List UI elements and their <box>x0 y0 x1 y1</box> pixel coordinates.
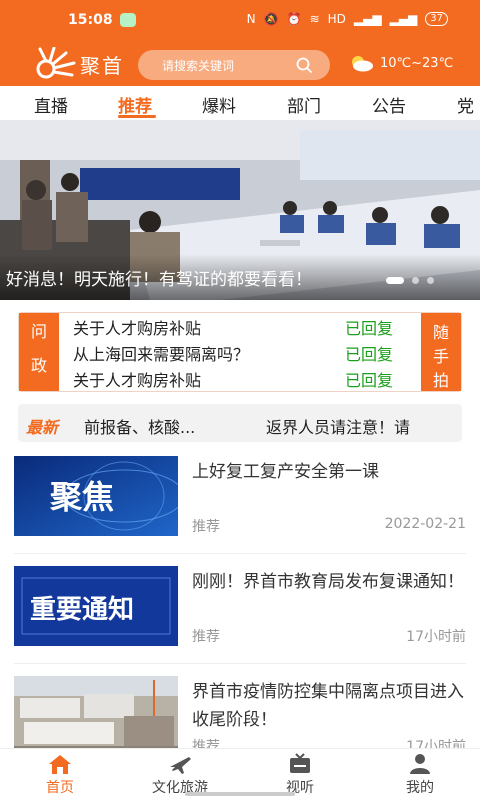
nav-home-label: 首页 <box>46 780 74 796</box>
question-item[interactable]: 关于人才购房补贴 <box>73 315 201 339</box>
news-title: 刚刚！界首市教育局发布复课通知！ <box>192 572 464 592</box>
alarm-icon: ⏰ <box>286 12 302 26</box>
replied-badge: 已回复 <box>345 371 394 390</box>
banner-carousel[interactable]: 好消息！明天施行！有驾证的都要看看！ <box>0 120 480 300</box>
app-header: 15:08 N 🔕 ⏰ ≋ HD ▂▄▆ ▂▄▆ 37 聚首 请搜索关键词 10… <box>0 0 480 86</box>
nav-mine[interactable]: 我的 <box>375 753 465 797</box>
news-item[interactable]: 重要通知 刚刚！界首市教育局发布复课通知！ 推荐 17小时前 <box>14 566 466 670</box>
news-thumbnail <box>14 676 178 756</box>
nav-mine-label: 我的 <box>406 780 434 796</box>
active-tab-indicator <box>118 115 156 118</box>
mute-icon: 🔕 <box>263 12 279 26</box>
question-item[interactable]: 关于人才购房补贴 <box>73 367 201 391</box>
search-icon <box>296 57 312 73</box>
replied-badge: 已回复 <box>345 319 394 338</box>
brand-name: 聚首 <box>80 54 124 78</box>
news-time: 17小时前 <box>406 629 466 645</box>
question-item[interactable]: 从上海回来需要隔离吗？ <box>73 341 249 365</box>
weather-widget[interactable]: 10℃~23℃ <box>348 54 453 72</box>
carousel-dot <box>412 277 419 284</box>
divider <box>14 663 466 664</box>
news-title: 界首市疫情防控集中隔离点项目进入收尾阶段！ <box>192 682 464 730</box>
tab-department[interactable]: 部门 <box>287 92 321 117</box>
banner-caption: 好消息！明天施行！有驾证的都要看看！ <box>6 270 312 290</box>
search-bar[interactable]: 请搜索关键词 <box>138 50 330 80</box>
latest-ticker[interactable]: 最新 前报备、核酸... 返界人员请注意！请 <box>18 404 462 442</box>
carousel-dots <box>386 277 434 284</box>
logo-icon <box>36 47 76 79</box>
nav-media[interactable]: 视听 <box>255 753 345 797</box>
plane-icon <box>170 757 191 774</box>
news-title: 上好复工复产安全第一课 <box>192 462 379 482</box>
snapshot-label-1: 随 <box>432 323 449 342</box>
wenzheng-label-1: 问 <box>30 322 47 341</box>
message-icon <box>120 13 136 27</box>
ticker-item[interactable]: 返界人员请注意！请 <box>266 414 410 438</box>
snapshot-label-3: 拍 <box>432 371 449 390</box>
app-screen: 15:08 N 🔕 ⏰ ≋ HD ▂▄▆ ▂▄▆ 37 聚首 请搜索关键词 10… <box>0 0 480 800</box>
signal-icon-2: ▂▄▆ <box>389 12 418 26</box>
search-placeholder: 请搜索关键词 <box>162 59 235 73</box>
weather-temp: 10℃~23℃ <box>380 55 454 71</box>
home-icon <box>49 755 71 774</box>
thumb-text: 重要通知 <box>30 595 134 625</box>
status-bar: 15:08 N 🔕 ⏰ ≋ HD ▂▄▆ ▂▄▆ 37 <box>0 0 480 42</box>
divider <box>14 553 466 554</box>
tab-notice[interactable]: 公告 <box>372 92 406 117</box>
wifi-icon: ≋ <box>309 12 320 26</box>
snapshot-button[interactable]: 随 手 拍 <box>421 313 461 391</box>
latest-tag: 最新 <box>26 418 59 437</box>
status-time: 15:08 <box>68 12 113 28</box>
news-item[interactable]: 聚焦 上好复工复产安全第一课 推荐 2022-02-21 <box>14 456 466 560</box>
news-thumbnail: 聚焦 <box>14 456 178 536</box>
nfc-icon: N <box>246 12 256 26</box>
replied-badge: 已回复 <box>345 345 394 364</box>
carousel-dot <box>427 277 434 284</box>
home-indicator <box>185 792 295 796</box>
tab-live[interactable]: 直播 <box>34 92 68 117</box>
tv-icon <box>290 753 310 773</box>
category-tabs: 直播 推荐 爆料 部门 公告 党建 <box>0 86 480 142</box>
status-icons: N 🔕 ⏰ ≋ HD ▂▄▆ ▂▄▆ 37 <box>247 12 448 26</box>
snapshot-label-2: 手 <box>432 347 449 366</box>
sun-cloud-icon <box>352 56 373 72</box>
thumb-text: 聚焦 <box>49 478 114 516</box>
news-source: 推荐 <box>192 629 220 645</box>
wenzheng-button[interactable]: 问 政 <box>19 313 59 391</box>
wenzheng-panel: 问 政 关于人才购房补贴 已回复 从上海回来需要隔离吗？ 已回复 关于人才购房补… <box>18 312 462 392</box>
nav-culture-travel[interactable]: 文化旅游 <box>135 753 225 797</box>
tab-recommend[interactable]: 推荐 <box>118 92 152 117</box>
tab-tipoff[interactable]: 爆料 <box>202 92 236 117</box>
signal-icon: ▂▄▆ <box>353 12 382 26</box>
news-time: 2022-02-21 <box>384 516 466 532</box>
hd-icon: HD <box>327 12 346 26</box>
wenzheng-label-2: 政 <box>30 356 47 375</box>
news-source: 推荐 <box>192 519 220 535</box>
news-thumbnail: 重要通知 <box>14 566 178 646</box>
battery-icon: 37 <box>425 12 448 26</box>
ticker-item[interactable]: 前报备、核酸... <box>84 414 195 438</box>
carousel-dot-active <box>386 277 404 284</box>
user-icon <box>410 754 430 774</box>
nav-home[interactable]: 首页 <box>15 753 105 797</box>
